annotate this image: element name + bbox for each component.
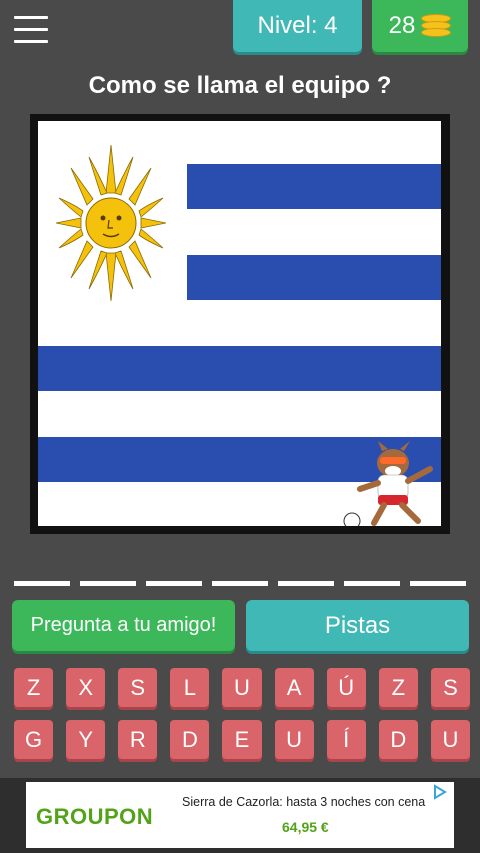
letter-key[interactable]: S bbox=[430, 668, 470, 707]
menu-icon[interactable] bbox=[14, 16, 48, 46]
level-badge: Nivel: 4 bbox=[233, 0, 362, 52]
letter-key[interactable]: Ú bbox=[326, 668, 366, 707]
letter-key[interactable]: S bbox=[118, 668, 158, 707]
letter-key[interactable]: D bbox=[170, 720, 210, 759]
mascot-icon bbox=[343, 441, 433, 526]
sun-of-may-icon bbox=[56, 144, 166, 302]
keyboard-row-2: G Y R D E U Í D U bbox=[14, 720, 470, 759]
hints-button[interactable]: Pistas bbox=[246, 600, 469, 651]
answer-slot[interactable] bbox=[14, 581, 70, 586]
ask-friend-button[interactable]: Pregunta a tu amigo! bbox=[12, 600, 235, 651]
letter-key[interactable]: U bbox=[222, 668, 262, 707]
letter-key[interactable]: R bbox=[118, 720, 158, 759]
letter-key[interactable]: E bbox=[222, 720, 262, 759]
answer-slot[interactable] bbox=[410, 581, 466, 586]
keyboard-row-1: Z X S L U A Ú Z S bbox=[14, 668, 470, 707]
level-label: Nivel: 4 bbox=[257, 12, 338, 39]
letter-key[interactable]: X bbox=[66, 668, 106, 707]
letter-key[interactable]: A bbox=[274, 668, 314, 707]
letter-key[interactable]: Z bbox=[378, 668, 418, 707]
coins-badge[interactable]: 28 bbox=[372, 0, 468, 52]
answer-slot[interactable] bbox=[212, 581, 268, 586]
ad-choices-icon[interactable] bbox=[432, 784, 448, 800]
answer-slot[interactable] bbox=[146, 581, 202, 586]
letter-key[interactable]: Z bbox=[14, 668, 54, 707]
letter-key[interactable]: L bbox=[170, 668, 210, 707]
letter-key[interactable]: U bbox=[430, 720, 470, 759]
answer-slots bbox=[14, 581, 466, 586]
ad-banner[interactable]: GROUPON Sierra de Cazorla: hasta 3 noche… bbox=[26, 782, 454, 848]
letter-key[interactable]: U bbox=[274, 720, 314, 759]
coins-count: 28 bbox=[388, 12, 416, 39]
letter-key[interactable]: Í bbox=[326, 720, 366, 759]
ad-text: Sierra de Cazorla: hasta 3 noches con ce… bbox=[182, 795, 426, 809]
answer-slot[interactable] bbox=[278, 581, 334, 586]
letter-keyboard: Z X S L U A Ú Z S G Y R D E U Í D U bbox=[14, 668, 470, 772]
coins-icon bbox=[421, 14, 452, 38]
flag-image bbox=[38, 121, 441, 526]
answer-slot[interactable] bbox=[80, 581, 136, 586]
letter-key[interactable]: Y bbox=[66, 720, 106, 759]
letter-key[interactable]: G bbox=[14, 720, 54, 759]
question-text: Como se llama el equipo ? bbox=[88, 72, 392, 99]
letter-key[interactable]: D bbox=[378, 720, 418, 759]
ad-price: 64,95 € bbox=[282, 819, 329, 835]
answer-slot[interactable] bbox=[344, 581, 400, 586]
ad-brand-logo: GROUPON bbox=[36, 804, 154, 829]
